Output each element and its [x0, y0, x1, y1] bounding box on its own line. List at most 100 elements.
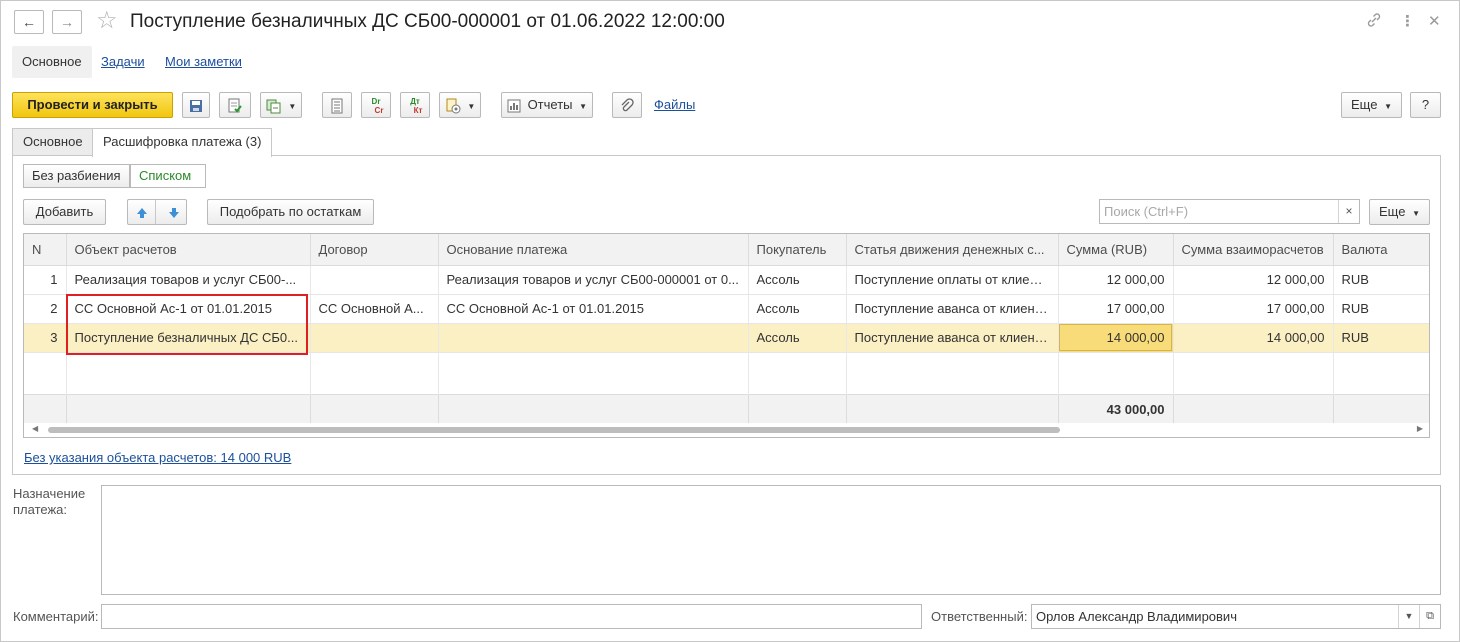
forward-button[interactable]: →	[52, 10, 82, 34]
cell-currency[interactable]: RUB	[1333, 265, 1429, 295]
section-tab-notes[interactable]: Мои заметки	[165, 46, 242, 78]
scroll-left-icon[interactable]: ◀	[32, 424, 38, 433]
cell-contract[interactable]	[310, 265, 439, 295]
back-button[interactable]: ←	[14, 10, 44, 34]
pick-by-balance-button[interactable]: Подобрать по остаткам	[207, 199, 374, 225]
responsible-dropdown-button[interactable]: ▼	[1398, 605, 1419, 628]
table-header-row: N Объект расчетов Договор Основание плат…	[24, 234, 1429, 266]
cell-cash-flow-item[interactable]: Поступление оплаты от клиент...	[846, 265, 1059, 295]
chevron-down-icon: ▼	[579, 102, 588, 111]
column-header-settlement-amount[interactable]: Сумма взаиморасчетов	[1173, 234, 1334, 266]
more-button[interactable]: Еще ▼	[1341, 92, 1402, 118]
grid-more-label: Еще	[1379, 204, 1406, 219]
cell-payment-basis[interactable]: Реализация товаров и услуг СБ00-000001 о…	[438, 265, 749, 295]
responsible-field[interactable]: Орлов Александр Владимирович ▼ ⧉	[1031, 604, 1441, 629]
more-vertical-icon[interactable]: ⋮	[1400, 12, 1415, 32]
column-header-contract[interactable]: Договор	[310, 234, 439, 266]
reports-label: Отчеты	[527, 97, 573, 112]
reports-button[interactable]: Отчеты ▼	[501, 92, 593, 118]
table-empty-space	[24, 352, 1429, 394]
clear-search-button[interactable]: ×	[1338, 200, 1359, 223]
cell-contract[interactable]: СС Основной А...	[310, 294, 439, 324]
grid-more-button[interactable]: Еще ▼	[1369, 199, 1430, 225]
search-input[interactable]	[1100, 200, 1336, 223]
files-link[interactable]: Файлы	[654, 97, 695, 112]
column-header-n[interactable]: N	[24, 234, 67, 266]
create-based-on-button[interactable]: ▼	[260, 92, 302, 118]
cell-amount-rub[interactable]: 17 000,00	[1058, 294, 1174, 324]
cell-n: 3	[24, 323, 67, 353]
mode-list[interactable]: Списком	[130, 164, 206, 188]
column-header-currency[interactable]: Валюта	[1333, 234, 1429, 266]
cell-settlement-amount[interactable]: 14 000,00	[1173, 323, 1334, 353]
responsible-label: Ответственный:	[931, 609, 1028, 624]
cell-settlement-object[interactable]: Реализация товаров и услуг СБ00-...	[66, 265, 311, 295]
arrow-up-icon	[136, 207, 147, 218]
search-field[interactable]: ×	[1099, 199, 1360, 224]
cell-n: 2	[24, 294, 67, 324]
save-button[interactable]	[182, 92, 210, 118]
comment-field[interactable]	[101, 604, 922, 629]
chevron-down-icon: ▼	[1412, 209, 1420, 218]
scroll-right-icon[interactable]: ▶	[1417, 424, 1423, 433]
section-tab-main[interactable]: Основное	[12, 46, 92, 78]
move-buttons	[127, 199, 187, 225]
help-button[interactable]: ?	[1410, 92, 1441, 118]
column-header-buyer[interactable]: Покупатель	[748, 234, 847, 266]
cell-amount-rub[interactable]: 12 000,00	[1058, 265, 1174, 295]
cell-payment-basis[interactable]	[438, 323, 749, 353]
link-icon[interactable]	[1366, 12, 1382, 34]
cell-currency[interactable]: RUB	[1333, 323, 1429, 353]
arrow-left-icon: ←	[22, 14, 36, 30]
tab-main[interactable]: Основное	[12, 128, 94, 156]
mode-no-split[interactable]: Без разбиения	[23, 164, 130, 188]
cell-buyer[interactable]: Ассоль	[748, 323, 847, 353]
cell-settlement-object[interactable]: Поступление безналичных ДС СБ0...	[66, 323, 311, 353]
move-up-button[interactable]	[128, 200, 156, 224]
chevron-down-icon: ▼	[1384, 102, 1392, 111]
payment-breakdown-table[interactable]: N Объект расчетов Договор Основание плат…	[23, 233, 1430, 438]
post-and-close-button[interactable]: Провести и закрыть	[12, 92, 173, 118]
table-row[interactable]: 2 СС Основной Ас-1 от 01.01.2015 СС Осно…	[24, 294, 1429, 324]
move-down-button[interactable]	[160, 200, 188, 224]
comment-label: Комментарий:	[13, 609, 99, 624]
dr-cr-button[interactable]: Dr Cr	[361, 92, 391, 118]
cell-settlement-amount[interactable]: 12 000,00	[1173, 265, 1334, 295]
cell-cash-flow-item[interactable]: Поступление аванса от клиент...	[846, 294, 1059, 324]
cell-contract[interactable]	[310, 323, 439, 353]
add-button[interactable]: Добавить	[23, 199, 106, 225]
section-tab-tasks[interactable]: Задачи	[101, 46, 145, 78]
scrollbar-thumb[interactable]	[48, 427, 1060, 433]
responsible-open-button[interactable]: ⧉	[1419, 605, 1440, 628]
star-icon[interactable]: ☆	[96, 8, 118, 34]
payment-purpose-field[interactable]	[101, 485, 1441, 595]
table-row[interactable]: 1 Реализация товаров и услуг СБ00-... Ре…	[24, 265, 1429, 295]
attach-file-button[interactable]	[612, 92, 642, 118]
cell-buyer[interactable]: Ассоль	[748, 265, 847, 295]
table-row-selected[interactable]: 3 Поступление безналичных ДС СБ0... Ассо…	[24, 323, 1429, 353]
cell-amount-rub-active[interactable]: 14 000,00	[1058, 323, 1174, 353]
table-footer-row: 43 000,00	[24, 393, 1429, 426]
journal-button[interactable]	[322, 92, 352, 118]
dt-kt-button[interactable]: Дт Кт	[400, 92, 430, 118]
column-header-cash-flow-item[interactable]: Статья движения денежных с...	[846, 234, 1059, 266]
tab-payment-breakdown[interactable]: Расшифровка платежа (3)	[92, 128, 273, 157]
close-icon[interactable]: ✕	[1428, 12, 1441, 32]
reports-icon	[507, 99, 521, 113]
arrow-down-icon	[168, 207, 179, 218]
cell-buyer[interactable]: Ассоль	[748, 294, 847, 324]
cell-settlement-object[interactable]: СС Основной Ас-1 от 01.01.2015	[66, 294, 311, 324]
dt-kt-icon: Дт Кт	[410, 96, 423, 115]
attach-print-button[interactable]: ▼	[439, 92, 481, 118]
create-based-icon	[266, 99, 281, 114]
unassigned-amount-link[interactable]: Без указания объекта расчетов: 14 000 RU…	[24, 450, 291, 465]
column-header-payment-basis[interactable]: Основание платежа	[438, 234, 749, 266]
horizontal-scrollbar[interactable]: ◀ ▶	[24, 423, 1429, 437]
cell-payment-basis[interactable]: СС Основной Ас-1 от 01.01.2015	[438, 294, 749, 324]
column-header-amount-rub[interactable]: Сумма (RUB)	[1058, 234, 1174, 266]
post-button[interactable]	[219, 92, 251, 118]
cell-cash-flow-item[interactable]: Поступление аванса от клиент...	[846, 323, 1059, 353]
column-header-settlement-object[interactable]: Объект расчетов	[66, 234, 311, 266]
cell-settlement-amount[interactable]: 17 000,00	[1173, 294, 1334, 324]
cell-currency[interactable]: RUB	[1333, 294, 1429, 324]
